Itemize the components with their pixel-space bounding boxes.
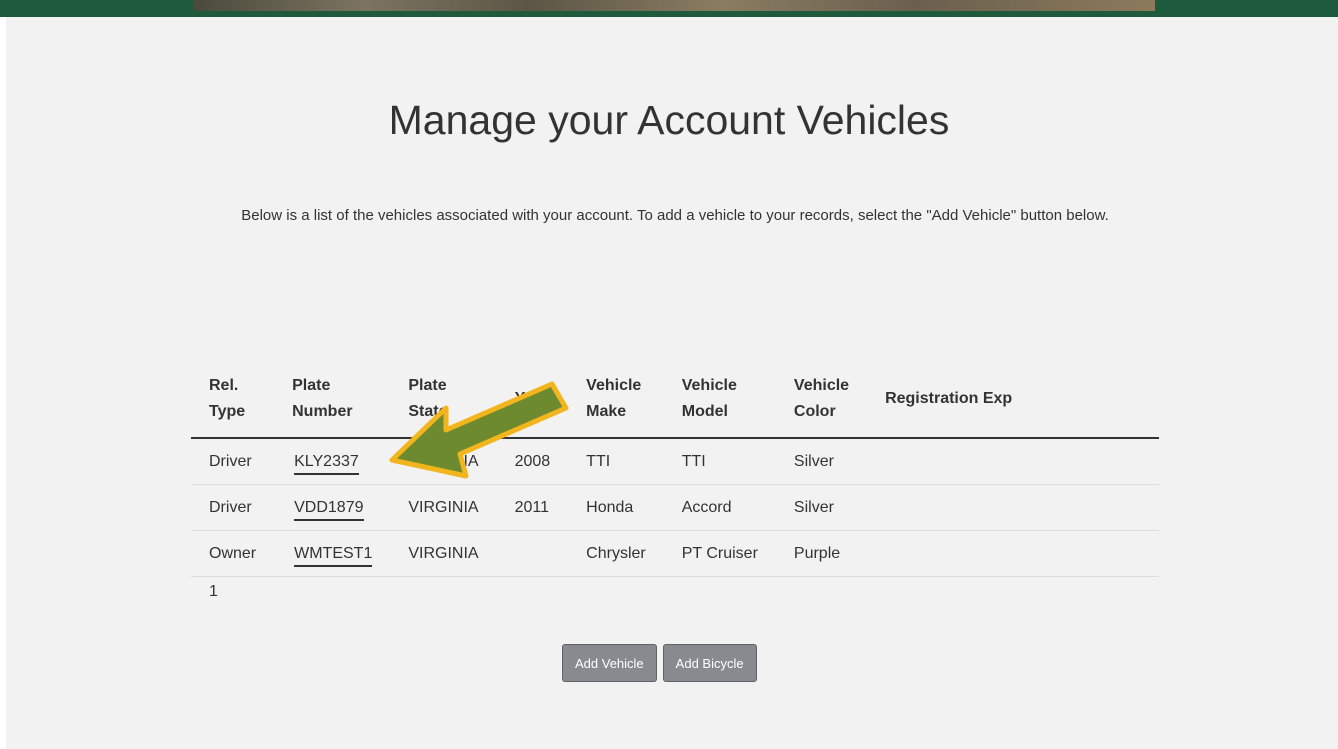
- cell-year: 2008: [496, 438, 569, 485]
- cell-color: Purple: [775, 530, 868, 577]
- table-row: Owner WMTEST1 VIRGINIA Chrysler PT Cruis…: [191, 530, 1159, 577]
- header-year: Year: [496, 365, 569, 439]
- vehicles-table: Rel. Type Plate Number Plate State Year …: [191, 365, 1159, 577]
- table-row: Driver VDD1879 VIRGINIA 2011 Honda Accor…: [191, 484, 1159, 531]
- plate-link-vdd1879[interactable]: VDD1879: [294, 498, 364, 521]
- cell-registration-exp: [867, 484, 1159, 531]
- add-vehicle-button[interactable]: Add Vehicle: [562, 644, 657, 682]
- cell-rel-type: Driver: [191, 438, 275, 485]
- header-vehicle-color: Vehicle Color: [775, 365, 868, 439]
- cell-year: 2011: [496, 484, 569, 531]
- pagination-page-link[interactable]: 1: [209, 583, 218, 601]
- table-row: Driver KLY2337 VIRGINIA 2008 TTI TTI Sil…: [191, 438, 1159, 485]
- action-buttons: Add Vehicle Add Bicycle: [562, 644, 757, 682]
- header-rel-type: Rel. Type: [191, 365, 275, 439]
- plate-link-wmtest1[interactable]: WMTEST1: [294, 544, 373, 567]
- header-vehicle-model: Vehicle Model: [663, 365, 776, 439]
- header-vehicle-make: Vehicle Make: [568, 365, 664, 439]
- cell-color: Silver: [775, 484, 868, 531]
- cell-make: Chrysler: [568, 530, 664, 577]
- banner-image: [193, 0, 1155, 11]
- cell-color: Silver: [775, 438, 868, 485]
- cell-rel-type: Driver: [191, 484, 275, 531]
- cell-plate-state: VIRGINIA: [390, 438, 497, 485]
- header-plate-state: Plate State: [390, 365, 497, 439]
- cell-plate-number: KLY2337: [274, 438, 391, 485]
- cell-rel-type: Owner: [191, 530, 275, 577]
- cell-model: PT Cruiser: [663, 530, 776, 577]
- cell-model: Accord: [663, 484, 776, 531]
- cell-registration-exp: [867, 530, 1159, 577]
- cell-plate-number: VDD1879: [274, 484, 391, 531]
- header-plate-number: Plate Number: [274, 365, 391, 439]
- cell-plate-state: VIRGINIA: [390, 530, 497, 577]
- cell-year: [496, 530, 569, 577]
- cell-model: TTI: [663, 438, 776, 485]
- cell-make: Honda: [568, 484, 664, 531]
- table-header-row: Rel. Type Plate Number Plate State Year …: [191, 365, 1159, 439]
- intro-text: Below is a list of the vehicles associat…: [241, 207, 1109, 224]
- cell-registration-exp: [867, 438, 1159, 485]
- cell-plate-state: VIRGINIA: [390, 484, 497, 531]
- plate-link-kly2337[interactable]: KLY2337: [294, 452, 359, 475]
- header-banner: [0, 0, 1338, 17]
- cell-make: TTI: [568, 438, 664, 485]
- cell-plate-number: WMTEST1: [274, 530, 391, 577]
- header-registration-exp: Registration Exp: [867, 365, 1159, 439]
- add-bicycle-button[interactable]: Add Bicycle: [662, 644, 757, 682]
- page-title: Manage your Account Vehicles: [388, 97, 950, 143]
